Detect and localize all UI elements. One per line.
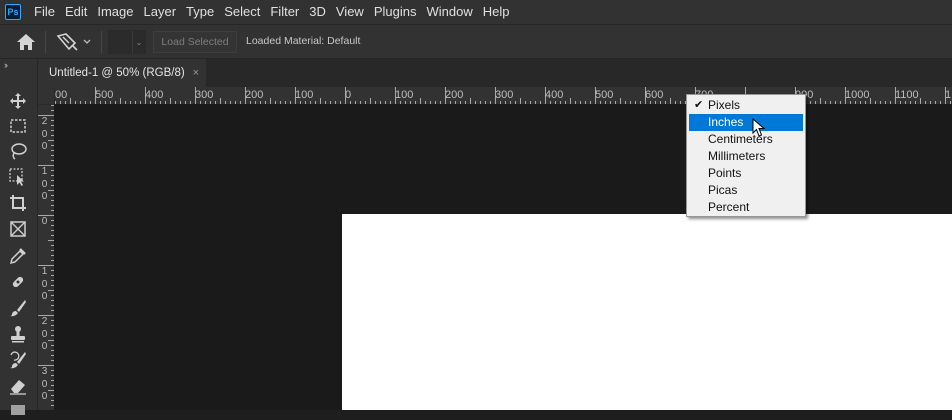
menu-item-inches[interactable]: Inches bbox=[689, 114, 803, 131]
photoshop-logo[interactable]: Ps bbox=[5, 4, 21, 20]
ruler-label: 200 bbox=[445, 89, 464, 101]
menu-help[interactable]: Help bbox=[478, 0, 515, 24]
object-selection-tool-icon[interactable] bbox=[8, 167, 28, 187]
ruler-label: 100 bbox=[395, 89, 414, 101]
menu-layer[interactable]: Layer bbox=[139, 0, 182, 24]
frame-tool-icon[interactable] bbox=[8, 219, 28, 239]
crop-tool-icon[interactable] bbox=[8, 193, 28, 213]
menu-item-label: Millimeters bbox=[708, 149, 766, 163]
menu-item-points[interactable]: Points bbox=[689, 165, 803, 182]
ruler-label: 1000 bbox=[845, 89, 870, 101]
document-tab-bar: Untitled-1 @ 50% (RGB/8) × bbox=[38, 59, 952, 87]
ruler-units-menu: ✔ Pixels Inches Centimeters Millimeters … bbox=[686, 94, 806, 217]
close-icon[interactable]: × bbox=[193, 67, 199, 79]
ruler-label: 2 0 0 bbox=[41, 316, 48, 352]
menu-item-label: Pixels bbox=[708, 98, 741, 112]
home-icon[interactable] bbox=[16, 33, 36, 51]
loaded-material-label: Loaded Material: Default bbox=[246, 35, 361, 47]
document-canvas[interactable] bbox=[342, 214, 952, 410]
menu-item-picas[interactable]: Picas bbox=[689, 182, 803, 199]
menu-item-percent[interactable]: Percent bbox=[689, 199, 803, 216]
lasso-tool-icon[interactable] bbox=[8, 141, 28, 161]
chevron-down-icon: ⌄ bbox=[132, 31, 145, 53]
canvas-workspace[interactable] bbox=[55, 105, 952, 410]
options-divider bbox=[45, 31, 46, 53]
menu-edit[interactable]: Edit bbox=[60, 0, 92, 24]
ruler-label: 500 bbox=[595, 89, 614, 101]
ruler-label: 1100 bbox=[895, 89, 919, 101]
menu-item-millimeters[interactable]: Millimeters bbox=[689, 148, 803, 165]
ruler-label: 200 bbox=[245, 89, 264, 101]
checkmark-icon: ✔ bbox=[694, 99, 704, 111]
menu-view[interactable]: View bbox=[331, 0, 369, 24]
ruler-label: 2 0 0 bbox=[41, 116, 48, 152]
ruler-label: 0 bbox=[345, 89, 352, 101]
ruler-label: 400 bbox=[545, 89, 564, 101]
ruler-label: 1 0 0 bbox=[41, 266, 48, 302]
tool-preset-picker[interactable] bbox=[55, 31, 97, 53]
menu-file[interactable]: File bbox=[29, 0, 60, 24]
ruler-label: 300 bbox=[195, 89, 214, 101]
ruler-label: 400 bbox=[145, 89, 164, 101]
menu-select[interactable]: Select bbox=[219, 0, 265, 24]
menu-item-centimeters[interactable]: Centimeters bbox=[689, 131, 803, 148]
menu-item-pixels[interactable]: ✔ Pixels bbox=[689, 97, 803, 114]
menu-image[interactable]: Image bbox=[92, 0, 138, 24]
menu-plugins[interactable]: Plugins bbox=[369, 0, 422, 24]
gradient-tool-icon[interactable] bbox=[8, 400, 28, 420]
ruler-origin[interactable] bbox=[38, 87, 55, 105]
load-selected-button[interactable]: Load Selected bbox=[153, 31, 237, 53]
move-tool-icon[interactable] bbox=[8, 91, 28, 111]
menu-bar: Ps File Edit Image Layer Type Select Fil… bbox=[0, 0, 952, 24]
brush-tool-icon[interactable] bbox=[8, 298, 28, 318]
document-tab[interactable]: Untitled-1 @ 50% (RGB/8) × bbox=[38, 59, 206, 87]
ruler-label: 1 bbox=[945, 89, 952, 101]
menu-window[interactable]: Window bbox=[421, 0, 477, 24]
ruler-label: 500 bbox=[95, 89, 114, 101]
ruler-label: 100 bbox=[295, 89, 314, 101]
ruler-label: 0 bbox=[41, 216, 48, 227]
horizontal-ruler[interactable]: 00 500 400 300 200 100 0 100 200 300 400… bbox=[55, 87, 952, 105]
menu-item-label: Picas bbox=[708, 183, 738, 197]
menu-type[interactable]: Type bbox=[181, 0, 219, 24]
clone-stamp-tool-icon[interactable] bbox=[8, 324, 28, 344]
healing-brush-tool-icon[interactable] bbox=[8, 272, 28, 292]
menu-filter[interactable]: Filter bbox=[265, 0, 304, 24]
eyedropper-tool-icon[interactable] bbox=[8, 246, 28, 266]
vertical-ruler[interactable]: 2 0 0 1 0 0 0 1 0 0 2 0 0 3 0 0 bbox=[38, 105, 55, 410]
tools-panel: ›› bbox=[0, 59, 38, 415]
history-brush-tool-icon[interactable] bbox=[8, 350, 28, 370]
mouse-pointer-icon bbox=[752, 118, 766, 137]
options-divider bbox=[101, 31, 102, 53]
ruler-label: 300 bbox=[495, 89, 514, 101]
options-bar: ⌄ Load Selected Loaded Material: Default bbox=[0, 24, 952, 59]
marquee-tool-icon[interactable] bbox=[8, 116, 28, 136]
ruler-label: 600 bbox=[645, 89, 664, 101]
menu-item-label: Points bbox=[708, 166, 742, 180]
document-tab-title: Untitled-1 @ 50% (RGB/8) bbox=[49, 67, 185, 79]
menu-item-label: Percent bbox=[708, 200, 750, 214]
ruler-label: 1 0 0 bbox=[41, 166, 48, 202]
material-dropdown[interactable]: ⌄ bbox=[108, 30, 146, 54]
ruler-label: 00 bbox=[55, 89, 68, 101]
eraser-tool-icon[interactable] bbox=[8, 376, 28, 396]
menu-3d[interactable]: 3D bbox=[304, 0, 331, 24]
ruler-label: 3 0 0 bbox=[41, 366, 48, 402]
menu-item-label: Inches bbox=[708, 115, 744, 129]
panel-collapse-icon[interactable]: ›› bbox=[4, 60, 8, 70]
